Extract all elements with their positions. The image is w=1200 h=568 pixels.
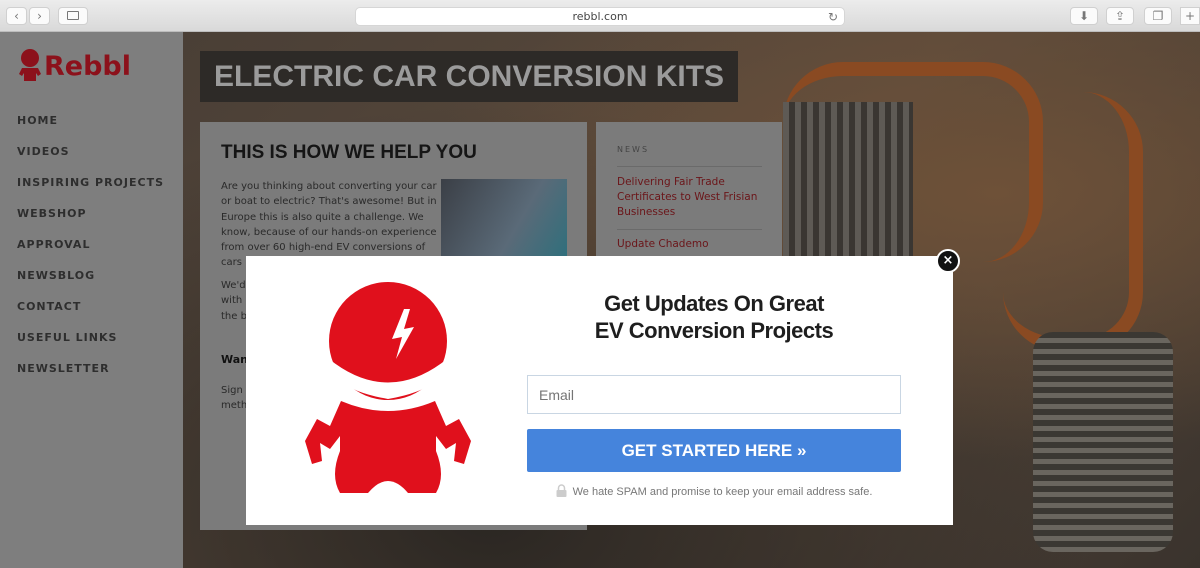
- nav-newsletter[interactable]: NEWSLETTER: [17, 362, 164, 393]
- share-icon: ⇪: [1114, 9, 1126, 23]
- hero-pipe-shape: [1003, 92, 1143, 352]
- news-card: NEWS Delivering Fair Trade Certificates …: [596, 122, 782, 262]
- newsletter-modal: Get Updates On Great EV Conversion Proje…: [246, 256, 953, 525]
- get-started-button[interactable]: GET STARTED HERE »: [527, 429, 901, 472]
- new-tab-button[interactable]: +: [1180, 7, 1200, 25]
- mascot-icon: [19, 49, 41, 81]
- logo-text: Rebbl: [44, 50, 132, 82]
- hero-motor-shape: [1033, 332, 1173, 552]
- downloads-button[interactable]: ⬇: [1070, 7, 1098, 25]
- sidebar-toggle-button[interactable]: [58, 7, 88, 25]
- team-photo: [441, 179, 567, 259]
- nav-webshop[interactable]: WEBSHOP: [17, 207, 164, 238]
- plus-icon: +: [1184, 9, 1196, 23]
- modal-heading-line-1: Get Updates On Great: [604, 291, 824, 316]
- forward-button[interactable]: ›: [29, 7, 50, 25]
- news-link[interactable]: Delivering Fair Trade Certificates to We…: [617, 175, 767, 220]
- site-nav: HOME VIDEOS INSPIRING PROJECTS WEBSHOP A…: [17, 114, 164, 393]
- site-logo[interactable]: Rebbl: [16, 48, 131, 84]
- url-text: rebbl.com: [572, 10, 628, 23]
- tabs-icon: ❐: [1152, 9, 1164, 23]
- news-link[interactable]: Update Chademo: [617, 237, 767, 252]
- sidebar-icon: [67, 11, 79, 20]
- privacy-note: We hate SPAM and promise to keep your em…: [527, 484, 901, 498]
- privacy-note-text: We hate SPAM and promise to keep your em…: [572, 486, 873, 498]
- news-label: NEWS: [617, 145, 650, 154]
- browser-toolbar: ‹ › rebbl.com ↻ ⬇ ⇪ ❐ +: [0, 0, 1200, 32]
- hero-title: ELECTRIC CAR CONVERSION KITS: [200, 51, 739, 102]
- nav-inspiring-projects[interactable]: INSPIRING PROJECTS: [17, 176, 164, 207]
- nav-contact[interactable]: CONTACT: [17, 300, 164, 331]
- tabs-button[interactable]: ❐: [1144, 7, 1172, 25]
- modal-heading-line-2: EV Conversion Projects: [594, 318, 834, 343]
- reload-icon[interactable]: ↻: [828, 8, 838, 26]
- divider: [617, 166, 762, 167]
- email-input[interactable]: [527, 375, 901, 414]
- nav-newsblog[interactable]: NEWSBLOG: [17, 269, 164, 300]
- close-modal-button[interactable]: ×: [936, 249, 960, 273]
- address-bar[interactable]: rebbl.com ↻: [355, 7, 845, 26]
- nav-videos[interactable]: VIDEOS: [17, 145, 164, 176]
- lock-icon: [556, 484, 567, 497]
- back-button[interactable]: ‹: [6, 7, 27, 25]
- nav-approval[interactable]: APPROVAL: [17, 238, 164, 269]
- nav-home[interactable]: HOME: [17, 114, 164, 145]
- modal-heading: Get Updates On Great EV Conversion Proje…: [527, 290, 901, 344]
- help-title: THIS IS HOW WE HELP YOU: [221, 142, 477, 163]
- divider: [617, 229, 762, 230]
- rebbl-mascot-logo: [305, 282, 471, 493]
- share-button[interactable]: ⇪: [1106, 7, 1134, 25]
- download-icon: ⬇: [1078, 9, 1090, 23]
- nav-useful-links[interactable]: USEFUL LINKS: [17, 331, 164, 362]
